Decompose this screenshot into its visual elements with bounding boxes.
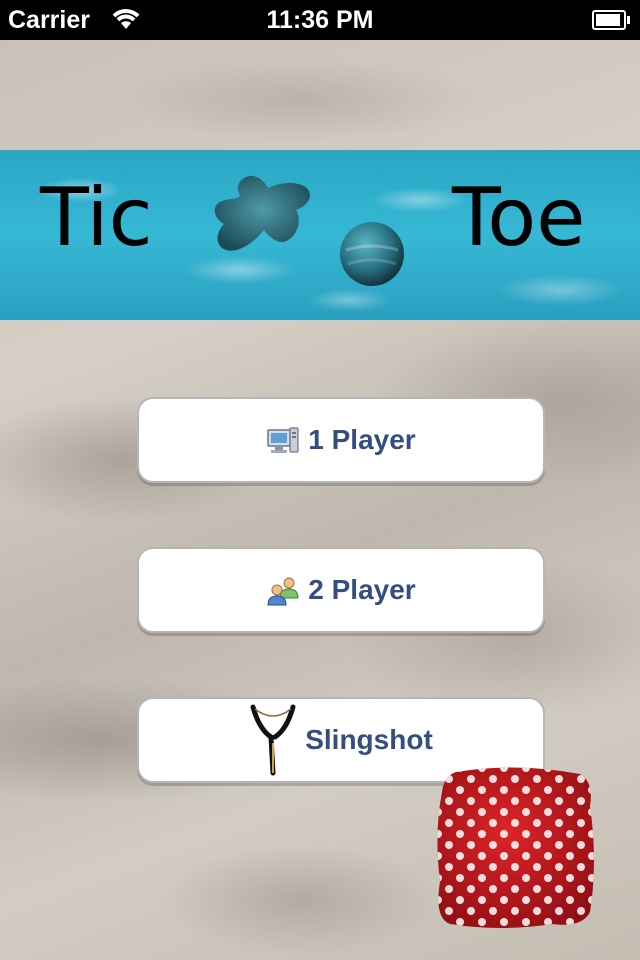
splat-x-icon (206, 170, 318, 260)
title-banner: Tic Toe (0, 150, 640, 320)
slingshot-label: Slingshot (305, 724, 433, 755)
battery-icon (592, 10, 630, 30)
one-player-label: 1 Player (308, 424, 416, 455)
slingshot-icon (249, 703, 297, 777)
clock-time: 11:36 PM (266, 6, 374, 34)
ball-o-icon (338, 220, 406, 288)
title-tic: Tic (40, 171, 153, 264)
sand-background: Tic Toe 1 Player 2 Player Slingshot (0, 40, 640, 960)
status-bar: Carrier 11:36 PM (0, 0, 640, 40)
two-player-button[interactable]: 2 Player (137, 547, 545, 633)
two-player-label: 2 Player (308, 574, 416, 605)
users-icon (266, 574, 300, 606)
one-player-button[interactable]: 1 Player (137, 397, 545, 483)
title-toe: Toe (452, 171, 586, 264)
beanbag-icon (432, 762, 600, 932)
computer-icon (266, 424, 300, 456)
